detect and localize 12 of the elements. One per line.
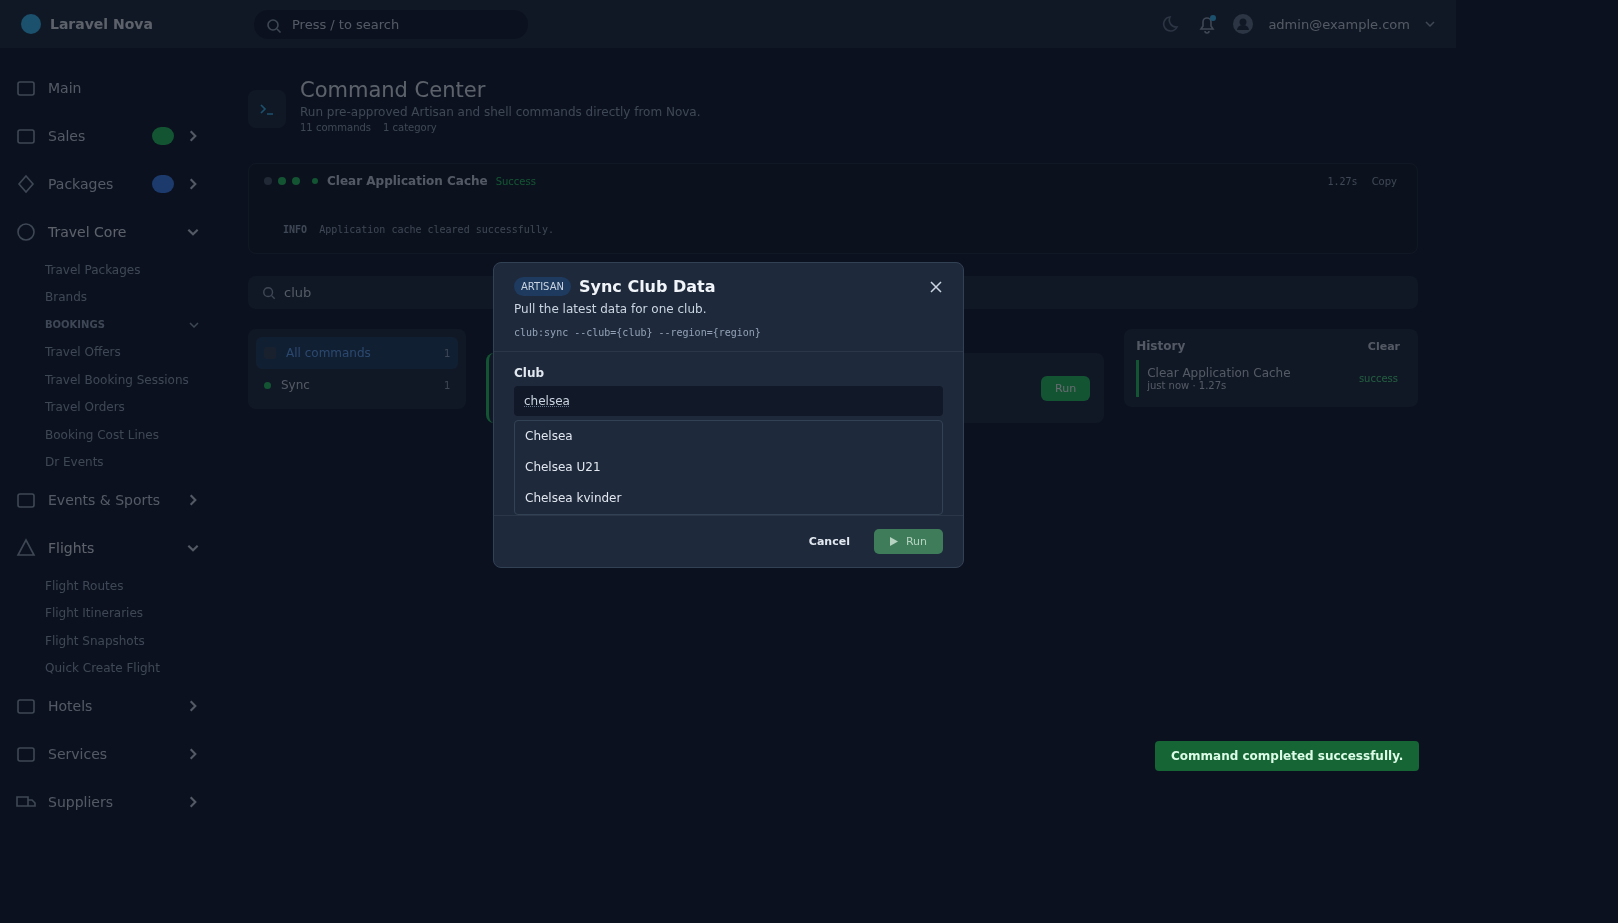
status-text: Success — [495, 175, 536, 187]
field-label: Club — [514, 366, 546, 380]
dialog-title: Sync Club Data — [579, 277, 716, 296]
page-title: Command Center — [300, 78, 487, 102]
app-name: Laravel Nova — [50, 16, 153, 32]
command-signature: club:sync --club={club} --region={region} — [514, 327, 761, 338]
toast: Command completed successfully. — [1155, 741, 1420, 771]
command-name: Clear Application Cache — [327, 174, 488, 188]
dialog-description: Pull the latest data for one club. — [514, 302, 708, 316]
duration-text: 1.27s — [1327, 175, 1358, 187]
history-title: History — [1136, 339, 1186, 354]
command-type-tag: ARTISAN — [514, 277, 571, 296]
